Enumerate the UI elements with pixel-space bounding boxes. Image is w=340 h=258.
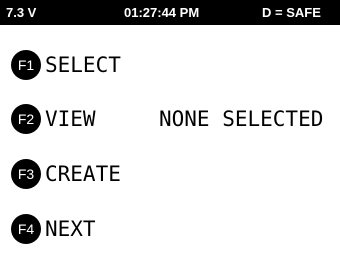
safety-mode-status: D = SAFE [262, 5, 321, 20]
selection-status-value: NONE SELECTED [159, 107, 324, 131]
f3-key-badge[interactable]: F3 [11, 159, 41, 189]
menu-item-label: CREATE [45, 162, 121, 186]
f1-key-badge[interactable]: F1 [11, 50, 41, 80]
menu-item-create[interactable]: F3 CREATE [8, 157, 340, 191]
menu-item-label: SELECT [45, 53, 121, 77]
device-screen: 7.3 V 01:27:44 PM D = SAFE F1 SELECT F2 … [0, 0, 340, 258]
menu-item-label: NEXT [45, 217, 96, 241]
menu-item-next[interactable]: F4 NEXT [8, 212, 340, 246]
menu-item-view[interactable]: F2 VIEW NONE SELECTED [8, 102, 340, 136]
menu-item-select[interactable]: F1 SELECT [8, 48, 340, 82]
status-bar: 7.3 V 01:27:44 PM D = SAFE [0, 0, 340, 25]
battery-voltage: 7.3 V [6, 5, 37, 20]
clock-time: 01:27:44 PM [124, 5, 200, 20]
menu-item-label: VIEW [45, 107, 96, 131]
f2-key-badge[interactable]: F2 [11, 104, 41, 134]
f4-key-badge[interactable]: F4 [11, 214, 41, 244]
